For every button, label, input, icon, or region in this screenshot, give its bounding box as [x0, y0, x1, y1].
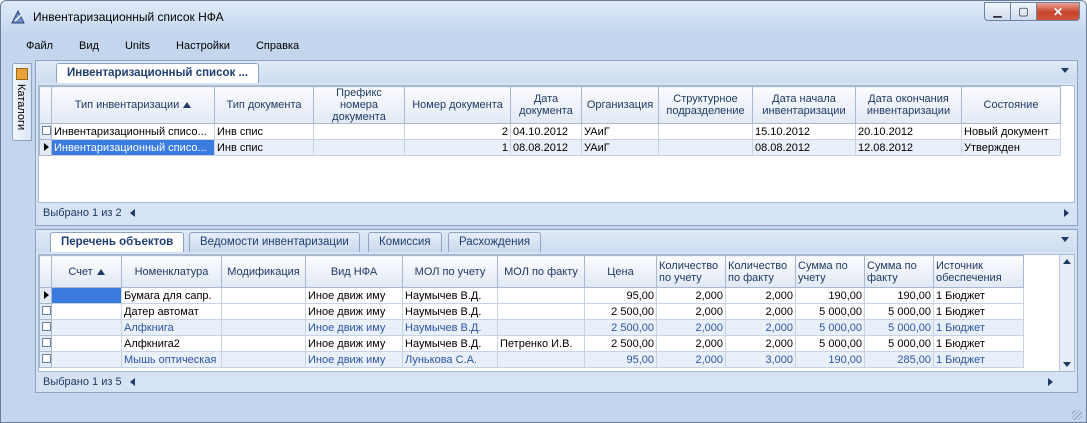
column-header[interactable]: Цена — [584, 255, 657, 288]
table-row[interactable]: Мышь оптическая Иное движ иму Лунькова С… — [39, 351, 1024, 368]
column-header[interactable]: Дата окончания инвентаризации — [855, 86, 962, 124]
window-title: Инвентаризационный список НФА — [33, 10, 224, 24]
column-header[interactable]: Тип инвентаризации — [51, 86, 215, 124]
maximize-button[interactable]: ▢ — [1010, 2, 1036, 21]
column-header[interactable]: Сумма по учету — [795, 255, 865, 288]
catalog-icon — [16, 68, 28, 80]
row-indicator-header — [39, 86, 52, 124]
scroll-down-icon[interactable] — [1063, 362, 1071, 367]
tab-commission[interactable]: Комиссия — [368, 232, 442, 252]
selection-count: Выбрано 1 из 5 — [43, 376, 122, 388]
minimize-icon: ▁ — [993, 6, 1002, 18]
menu-units[interactable]: Units — [108, 40, 159, 52]
column-header[interactable]: Состояние — [961, 86, 1061, 124]
title-bar: Инвентаризационный список НФА ▁ ▢ ✕ — [1, 1, 1086, 33]
maximize-icon: ▢ — [1018, 6, 1029, 18]
current-row-icon — [44, 142, 49, 151]
scroll-left-icon[interactable] — [129, 209, 135, 217]
column-header[interactable]: Дата документа — [510, 86, 582, 124]
table-row[interactable]: Инвентаризационный списо... Инв спис 2 0… — [39, 123, 1061, 140]
side-tab-label: Каталоги — [15, 84, 27, 131]
column-header[interactable]: Организация — [581, 86, 659, 124]
menu-settings[interactable]: Настройки — [159, 40, 239, 52]
tab-inventory-list[interactable]: Инвентаризационный список ... — [56, 63, 260, 83]
app-icon — [11, 9, 25, 24]
minimize-button[interactable]: ▁ — [984, 2, 1010, 21]
menu-bar: Файл Вид Units Настройки Справка — [9, 36, 1078, 56]
close-button[interactable]: ✕ — [1036, 2, 1080, 21]
scroll-right-icon[interactable] — [1048, 378, 1053, 386]
selection-count: Выбрано 1 из 2 — [43, 207, 122, 219]
window-bottom — [1, 397, 1086, 422]
column-header[interactable]: Количество по факту — [725, 255, 796, 288]
objects-grid: Счет Номенклатура Модификация Вид НФА МО… — [38, 254, 1075, 372]
inventory-list-table: Тип инвентаризации Тип документа Префикс… — [39, 86, 1061, 156]
inventory-list-grid: Тип инвентаризации Тип документа Префикс… — [38, 85, 1075, 203]
column-header[interactable]: Дата начала инвентаризации — [752, 86, 856, 124]
table-row[interactable]: Датер автомат Иное движ иму Наумычев В.Д… — [39, 303, 1024, 320]
side-tab-catalogs[interactable]: Каталоги — [12, 63, 32, 141]
table-row[interactable]: Бумага для сапр. Иное движ иму Наумычев … — [39, 287, 1024, 304]
objects-table: Счет Номенклатура Модификация Вид НФА МО… — [39, 255, 1024, 368]
table-row[interactable]: Инвентаризационный списо... Инв спис 1 0… — [39, 139, 1061, 156]
sort-ascending-icon — [183, 102, 192, 109]
column-header[interactable]: МОЛ по учету — [402, 255, 498, 288]
column-header[interactable]: Номенклатура — [121, 255, 222, 288]
grid-status-bar: Выбрано 1 из 2 — [38, 204, 1075, 222]
inventory-list-panel: Инвентаризационный список ... Тип инвент… — [35, 60, 1078, 226]
table-row[interactable]: Алфкнига Иное движ иму Наумычев В.Д. 2 5… — [39, 319, 1024, 336]
vertical-scrollbar[interactable] — [1059, 255, 1074, 371]
row-selector[interactable] — [42, 353, 51, 363]
chevron-down-icon[interactable] — [1061, 68, 1069, 73]
column-header[interactable]: Префикс номера документа — [313, 86, 405, 124]
column-header[interactable]: Источник обеспечения — [933, 255, 1024, 288]
current-row-icon — [44, 290, 49, 299]
scroll-right-icon[interactable] — [1064, 209, 1069, 217]
row-selector[interactable] — [42, 305, 51, 315]
grid-status-bar: Выбрано 1 из 5 — [38, 373, 1075, 391]
resize-grip-icon[interactable] — [1072, 410, 1082, 420]
column-header[interactable]: Счет — [51, 255, 122, 288]
scroll-left-icon[interactable] — [129, 378, 135, 386]
close-icon: ✕ — [1052, 4, 1064, 19]
column-header[interactable]: Количество по учету — [656, 255, 726, 288]
row-selector[interactable] — [42, 125, 51, 135]
tab-strip: Перечень объектов Ведомости инвентаризац… — [36, 230, 1077, 252]
menu-view[interactable]: Вид — [62, 40, 108, 52]
tab-object-list[interactable]: Перечень объектов — [50, 232, 185, 252]
sort-ascending-icon — [96, 268, 105, 275]
menu-help[interactable]: Справка — [239, 40, 308, 52]
column-header[interactable]: МОЛ по факту — [497, 255, 585, 288]
main-window: Инвентаризационный список НФА ▁ ▢ ✕ Файл… — [0, 0, 1087, 423]
menu-file[interactable]: Файл — [9, 40, 62, 52]
tab-inventory-statements[interactable]: Ведомости инвентаризации — [189, 232, 360, 252]
row-indicator-header — [39, 255, 52, 288]
tab-strip: Инвентаризационный список ... — [36, 61, 1077, 83]
row-selector[interactable] — [42, 337, 51, 347]
chevron-down-icon[interactable] — [1061, 237, 1069, 242]
column-header[interactable]: Сумма по факту — [864, 255, 934, 288]
row-selector[interactable] — [42, 321, 51, 331]
column-header[interactable]: Номер документа — [404, 86, 511, 124]
table-row[interactable]: Алфкнига2 Иное движ иму Наумычев В.Д. Пе… — [39, 335, 1024, 352]
column-header[interactable]: Модификация — [221, 255, 306, 288]
scroll-up-icon[interactable] — [1063, 259, 1071, 264]
column-header[interactable]: Структурное подразделение — [658, 86, 753, 124]
tab-discrepancies[interactable]: Расхождения — [448, 232, 542, 252]
column-header[interactable]: Вид НФА — [305, 255, 403, 288]
objects-panel: Перечень объектов Ведомости инвентаризац… — [35, 229, 1078, 393]
column-header[interactable]: Тип документа — [214, 86, 314, 124]
